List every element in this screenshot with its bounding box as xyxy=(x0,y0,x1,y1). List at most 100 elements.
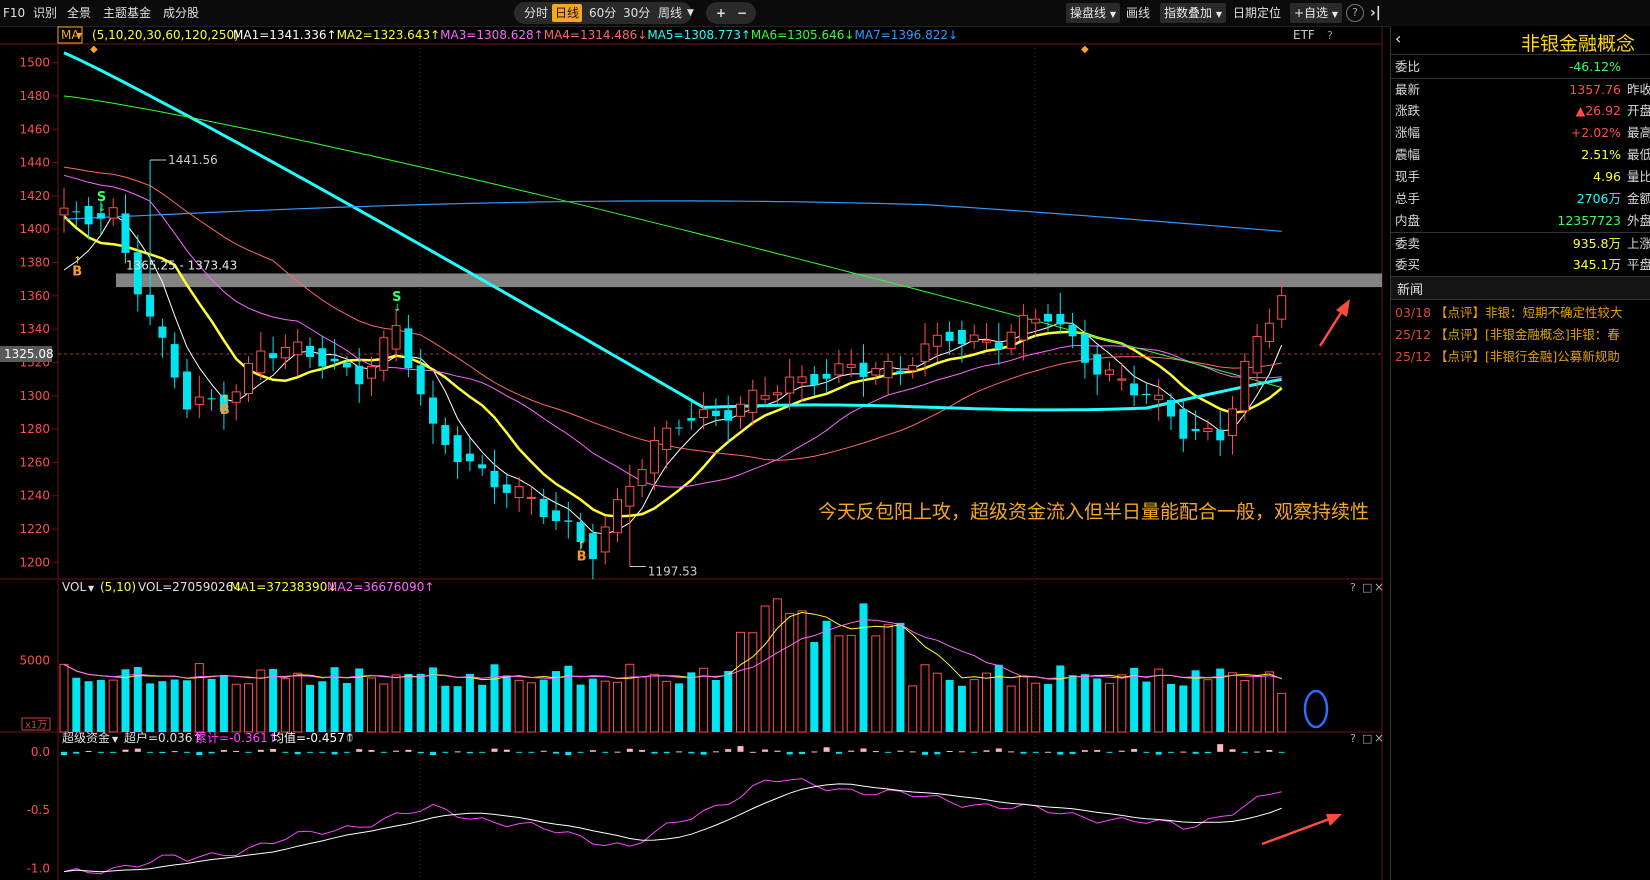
volume-bar[interactable] xyxy=(84,681,93,732)
fund-bar[interactable] xyxy=(1143,751,1150,753)
candlestick[interactable] xyxy=(108,198,118,226)
fund-bar[interactable] xyxy=(134,748,141,752)
fund-bar[interactable] xyxy=(835,751,842,754)
line-tool-button[interactable]: 画线 xyxy=(1126,4,1150,22)
candlestick[interactable] xyxy=(1240,352,1250,421)
fund-bar[interactable] xyxy=(602,751,609,753)
fund-bar[interactable] xyxy=(208,751,215,754)
fund-bar[interactable] xyxy=(1106,751,1113,753)
fund-bar[interactable] xyxy=(503,749,510,752)
fund-bar[interactable] xyxy=(1217,744,1224,752)
volume-bar[interactable] xyxy=(96,679,105,732)
candlestick[interactable] xyxy=(367,356,376,397)
volume-bar[interactable] xyxy=(834,635,844,733)
chevron-down-icon[interactable]: ▼ xyxy=(684,4,697,22)
candlestick[interactable] xyxy=(404,314,413,378)
volume-bar[interactable] xyxy=(404,673,413,732)
fund-bar[interactable] xyxy=(848,750,855,752)
candlestick[interactable] xyxy=(945,321,954,355)
fund-bar[interactable] xyxy=(442,751,449,753)
candlestick[interactable] xyxy=(465,437,474,472)
fund-bar[interactable] xyxy=(688,751,695,754)
candlestick[interactable] xyxy=(675,419,683,436)
fund-bar[interactable] xyxy=(663,751,670,754)
volume-bar[interactable] xyxy=(280,678,290,733)
fund-menu-label[interactable]: 超级资金 xyxy=(62,730,110,745)
fund-bar[interactable] xyxy=(639,749,646,752)
constituents-button[interactable]: 成分股 xyxy=(163,4,199,22)
volume-bar[interactable] xyxy=(760,605,770,733)
fund-bar[interactable] xyxy=(946,750,953,752)
fund-bar[interactable] xyxy=(565,751,572,756)
volume-bar[interactable] xyxy=(1179,685,1188,732)
fund-bar[interactable] xyxy=(319,751,326,753)
volume-bar[interactable] xyxy=(588,678,597,732)
fund-bar[interactable] xyxy=(491,748,498,752)
volume-bar[interactable] xyxy=(478,684,487,732)
volume-bar[interactable] xyxy=(797,610,807,733)
candlestick[interactable] xyxy=(772,384,782,404)
back-arrow-icon[interactable]: ‹ xyxy=(1395,29,1401,48)
fund-bar[interactable] xyxy=(872,751,879,753)
candlestick[interactable] xyxy=(1264,308,1274,349)
volume-bar[interactable] xyxy=(687,672,696,732)
fund-bar[interactable] xyxy=(61,751,67,756)
candlestick[interactable] xyxy=(600,515,610,565)
volume-bar[interactable] xyxy=(146,683,155,732)
volume-bar[interactable] xyxy=(158,681,167,732)
volume-bar[interactable] xyxy=(1252,675,1262,733)
volume-bar[interactable] xyxy=(318,681,327,732)
volume-bar[interactable] xyxy=(662,680,672,733)
candlestick[interactable] xyxy=(859,344,868,397)
fund-bar[interactable] xyxy=(885,751,892,753)
candlestick[interactable] xyxy=(158,318,167,358)
candlestick[interactable] xyxy=(306,337,314,368)
fund-bar[interactable] xyxy=(110,751,117,753)
volume-bar[interactable] xyxy=(649,673,659,733)
fund-bar[interactable] xyxy=(1045,751,1051,753)
candlestick[interactable] xyxy=(1179,400,1188,453)
candlestick[interactable] xyxy=(724,395,733,443)
volume-bar[interactable] xyxy=(822,620,831,732)
candlestick[interactable] xyxy=(293,329,303,377)
volume-bar[interactable] xyxy=(1167,683,1175,732)
candlestick[interactable] xyxy=(1031,308,1041,337)
fund-bar[interactable] xyxy=(958,751,965,753)
news-item[interactable]: 25/12 【点评】[非银金融概念]非银：春 xyxy=(1395,324,1620,346)
fund-bar[interactable] xyxy=(1192,751,1199,754)
watchlist-dropdown[interactable]: +自选 ▼ xyxy=(1290,3,1343,23)
candlestick[interactable] xyxy=(416,348,425,406)
fund-bar[interactable] xyxy=(257,749,264,752)
candlestick[interactable] xyxy=(1277,281,1287,328)
candlestick[interactable] xyxy=(896,355,905,385)
volume-bar[interactable] xyxy=(1044,684,1052,732)
fund-bar[interactable] xyxy=(1155,751,1162,755)
volume-bar[interactable] xyxy=(552,671,560,732)
fund-bar[interactable] xyxy=(479,751,486,753)
zoom-in-button[interactable]: + xyxy=(713,4,729,22)
candlestick[interactable] xyxy=(72,201,81,227)
candlestick[interactable] xyxy=(1105,361,1114,382)
volume-bar[interactable] xyxy=(846,634,856,733)
fund-bar[interactable] xyxy=(799,751,805,755)
fund-bar[interactable] xyxy=(749,751,756,753)
fund-bar[interactable] xyxy=(1069,751,1076,754)
candlestick[interactable] xyxy=(1203,419,1213,441)
fund-bar[interactable] xyxy=(700,751,707,755)
volume-bar[interactable] xyxy=(1056,665,1065,732)
volume-bar[interactable] xyxy=(133,667,142,732)
volume-bar[interactable] xyxy=(207,678,216,732)
fund-bar[interactable] xyxy=(540,750,547,752)
candlestick[interactable] xyxy=(588,523,597,580)
fund-bar[interactable] xyxy=(762,749,769,752)
fund-bar[interactable] xyxy=(1278,751,1285,753)
volume-bar[interactable] xyxy=(121,669,130,732)
volume-bar[interactable] xyxy=(244,683,253,733)
volume-bar[interactable] xyxy=(1068,675,1077,732)
candlestick[interactable] xyxy=(785,358,795,411)
candlestick[interactable] xyxy=(846,349,856,378)
fund-bar[interactable] xyxy=(270,748,277,752)
volume-bar[interactable] xyxy=(1264,671,1274,733)
volume-bar[interactable] xyxy=(59,663,69,733)
fund-bar[interactable] xyxy=(417,751,424,754)
